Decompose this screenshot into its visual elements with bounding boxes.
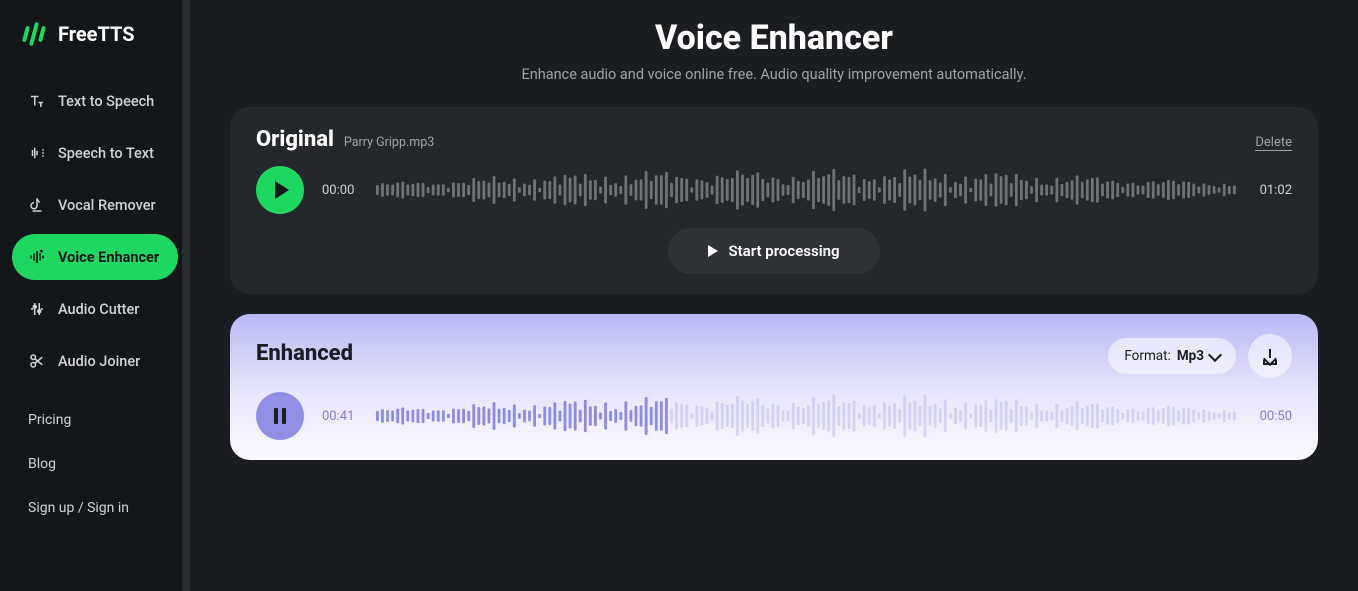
main: Voice Enhancer Enhance audio and voice o… xyxy=(190,0,1358,591)
sidebar-item-label: Speech to Text xyxy=(58,145,154,162)
download-icon xyxy=(1263,349,1277,363)
original-waveform[interactable] xyxy=(376,166,1238,214)
sidebar-item-vocal-remover[interactable]: Vocal Remover xyxy=(12,182,178,228)
enhanced-panel: Enhanced Format: Mp3 00:41 00:50 xyxy=(230,314,1318,460)
speech-to-text-icon xyxy=(28,144,46,162)
format-label: Format: xyxy=(1124,348,1170,364)
play-button[interactable] xyxy=(256,166,304,214)
logo-icon xyxy=(20,20,48,48)
page-title: Voice Enhancer xyxy=(230,18,1318,58)
logo[interactable]: FreeTTS xyxy=(0,0,190,78)
enhanced-total-time: 00:50 xyxy=(1256,409,1292,424)
start-processing-button[interactable]: Start processing xyxy=(668,228,879,274)
format-dropdown[interactable]: Format: Mp3 xyxy=(1108,338,1236,374)
voice-enhancer-icon xyxy=(28,248,46,266)
sidebar-item-label: Audio Cutter xyxy=(58,301,139,318)
nav: Text to Speech Speech to Text Vocal Remo… xyxy=(0,78,190,384)
sidebar-item-text-to-speech[interactable]: Text to Speech xyxy=(12,78,178,124)
pause-button[interactable] xyxy=(256,392,304,440)
enhanced-current-time: 00:41 xyxy=(322,409,358,424)
sidebar-item-label: Audio Joiner xyxy=(58,353,140,370)
enhanced-title: Enhanced xyxy=(256,341,353,366)
delete-button[interactable]: Delete xyxy=(1255,135,1292,151)
start-processing-label: Start processing xyxy=(728,242,839,260)
sidebar-item-audio-cutter[interactable]: Audio Cutter xyxy=(12,286,178,332)
enhanced-waveform[interactable] xyxy=(376,392,1238,440)
play-icon xyxy=(708,245,718,257)
logo-text: FreeTTS xyxy=(58,22,135,46)
sidebar-item-blog[interactable]: Blog xyxy=(0,446,190,482)
sidebar-item-voice-enhancer[interactable]: Voice Enhancer xyxy=(12,234,178,280)
original-total-time: 01:02 xyxy=(1256,183,1292,198)
original-panel: Original Parry Gripp.mp3 Delete 00:00 01… xyxy=(230,107,1318,294)
audio-joiner-icon xyxy=(28,352,46,370)
sidebar-item-speech-to-text[interactable]: Speech to Text xyxy=(12,130,178,176)
sidebar-item-label: Vocal Remover xyxy=(58,197,156,214)
original-current-time: 00:00 xyxy=(322,183,358,198)
pause-icon xyxy=(274,408,286,424)
sidebar-item-audio-joiner[interactable]: Audio Joiner xyxy=(12,338,178,384)
download-button[interactable] xyxy=(1248,334,1292,378)
text-to-speech-icon xyxy=(28,92,46,110)
format-value: Mp3 xyxy=(1177,348,1204,364)
chevron-down-icon xyxy=(1208,347,1222,361)
page-subtitle: Enhance audio and voice online free. Aud… xyxy=(230,66,1318,83)
vocal-remover-icon xyxy=(28,196,46,214)
audio-cutter-icon xyxy=(28,300,46,318)
sidebar-item-pricing[interactable]: Pricing xyxy=(0,402,190,438)
sidebar-item-label: Text to Speech xyxy=(58,93,154,110)
original-filename: Parry Gripp.mp3 xyxy=(344,135,434,150)
sidebar-item-label: Voice Enhancer xyxy=(58,249,159,266)
original-title: Original xyxy=(256,127,334,152)
sidebar-item-auth[interactable]: Sign up / Sign in xyxy=(0,490,190,526)
play-icon xyxy=(275,181,289,199)
sidebar: FreeTTS Text to Speech Speech to Text Vo… xyxy=(0,0,190,591)
